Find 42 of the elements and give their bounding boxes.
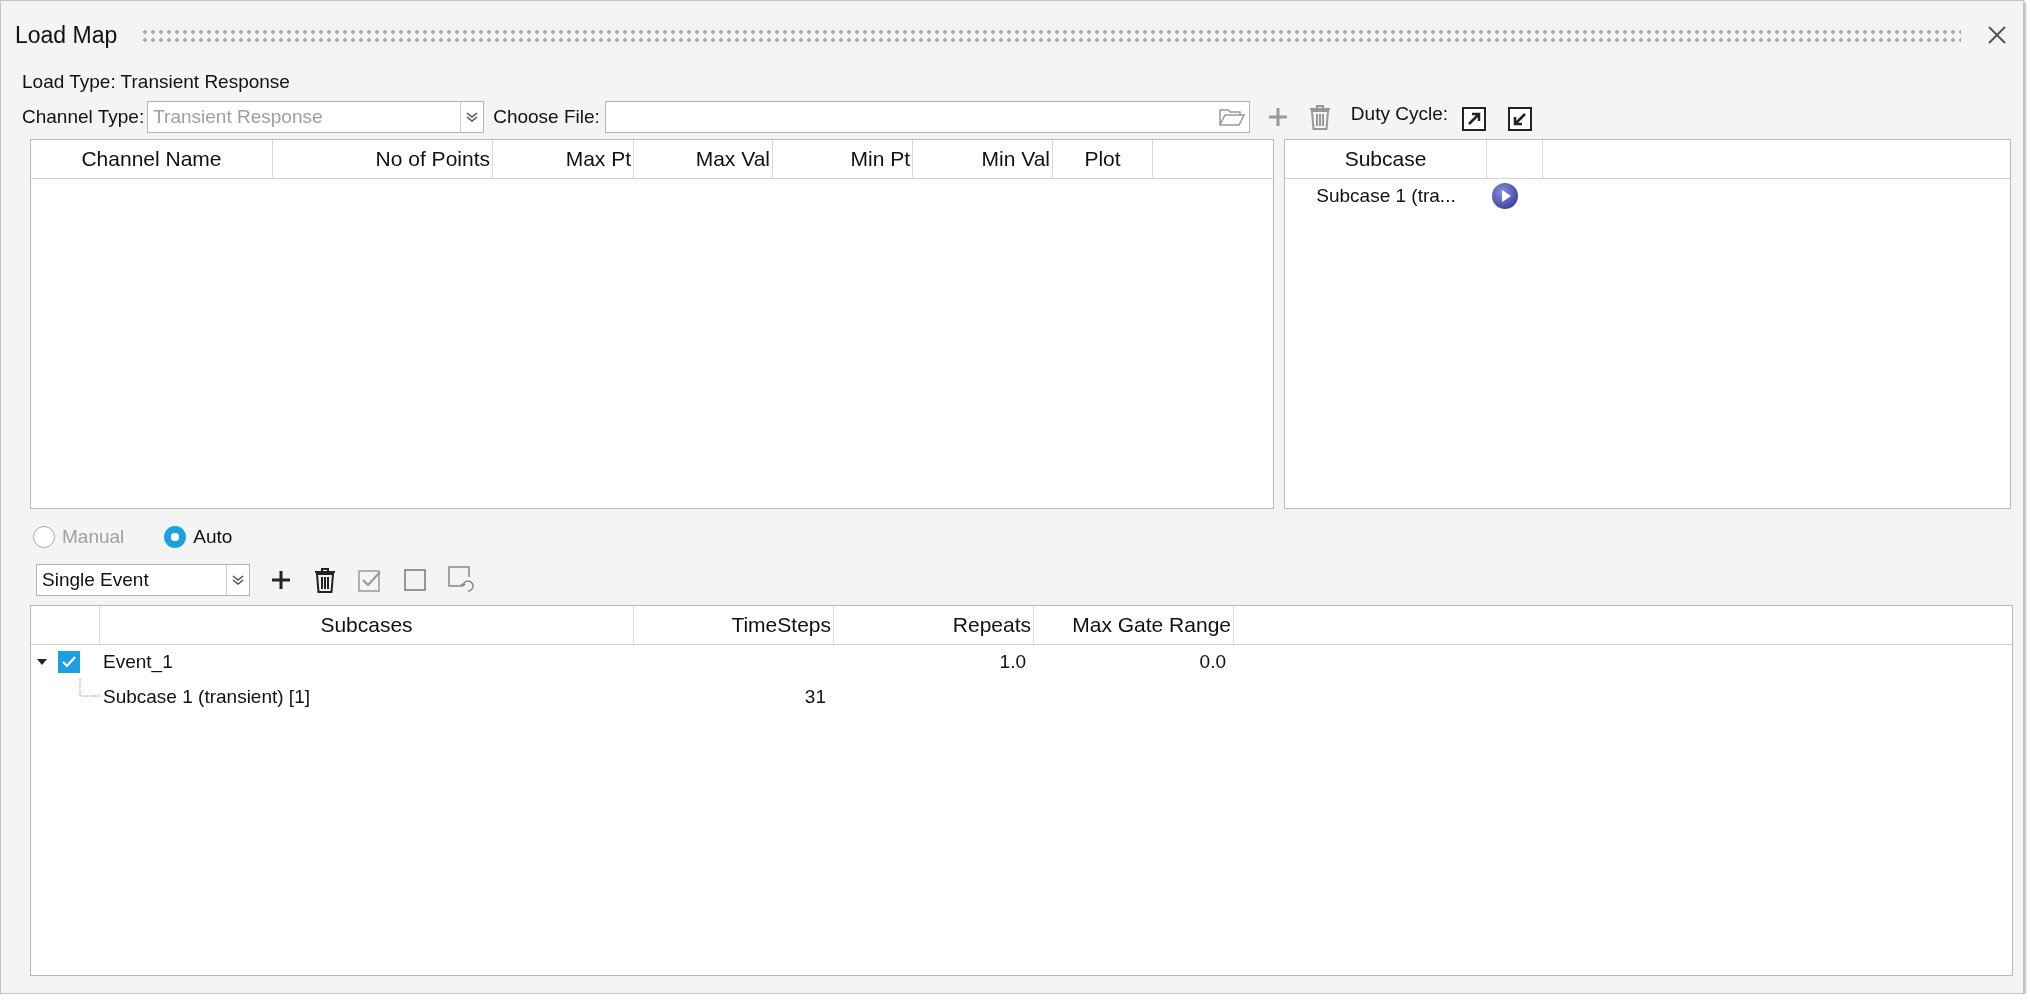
- folder-icon[interactable]: [1218, 107, 1245, 127]
- square-icon[interactable]: [404, 569, 426, 591]
- column-header[interactable]: TimeSteps: [731, 613, 831, 637]
- column-header[interactable]: Plot: [1084, 147, 1121, 171]
- checkbox-icon[interactable]: [358, 568, 382, 592]
- caret-icon[interactable]: [37, 659, 47, 665]
- trash-icon[interactable]: [314, 567, 336, 593]
- tree-item[interactable]: Event_1: [103, 651, 173, 673]
- field-label: Channel Type:: [22, 106, 145, 128]
- radio-label[interactable]: Auto: [193, 526, 233, 548]
- column-header[interactable]: Repeats: [952, 613, 1031, 637]
- file-field[interactable]: [604, 101, 1250, 133]
- column-header[interactable]: Subcase: [1344, 147, 1427, 171]
- checkmark-icon: [62, 656, 76, 668]
- table-cell: 0.0: [1199, 651, 1226, 673]
- column-header[interactable]: No of Points: [375, 147, 490, 171]
- table-cell: 1.0: [999, 651, 1026, 673]
- plus-icon[interactable]: [270, 569, 292, 591]
- column-header[interactable]: Max Gate Range: [1072, 613, 1231, 637]
- column-header[interactable]: Subcases: [320, 613, 413, 637]
- tree-item[interactable]: Subcase 1 (transient) [1]: [103, 685, 310, 708]
- box-arrow-up-right-icon[interactable]: [1462, 107, 1486, 131]
- event-type-dropdown[interactable]: Single Event: [36, 564, 250, 596]
- column-header[interactable]: Min Pt: [850, 147, 910, 171]
- radio-button[interactable]: [164, 526, 187, 548]
- tree-line: [79, 679, 101, 697]
- window-title: Load Map: [15, 21, 118, 49]
- box-arrow-down-left-icon[interactable]: [1508, 107, 1532, 131]
- chevron-down-icon[interactable]: [232, 575, 244, 585]
- checkbox[interactable]: [58, 651, 80, 673]
- column-header[interactable]: Min Val: [981, 147, 1050, 171]
- drag-handle[interactable]: [141, 28, 1961, 42]
- refresh-box-icon[interactable]: [448, 566, 476, 594]
- table-cell: 31: [804, 685, 826, 708]
- table-cell[interactable]: Subcase 1 (tra...: [1316, 185, 1456, 207]
- field-label: Duty Cycle:: [1350, 103, 1448, 125]
- play-icon[interactable]: [1491, 182, 1519, 210]
- column-header[interactable]: Max Val: [695, 147, 770, 171]
- load-type-label: Load Type: Transient Response: [22, 71, 290, 93]
- column-header[interactable]: Channel Name: [81, 147, 222, 171]
- column-header[interactable]: Max Pt: [565, 147, 631, 171]
- field-label: Choose File:: [493, 106, 600, 128]
